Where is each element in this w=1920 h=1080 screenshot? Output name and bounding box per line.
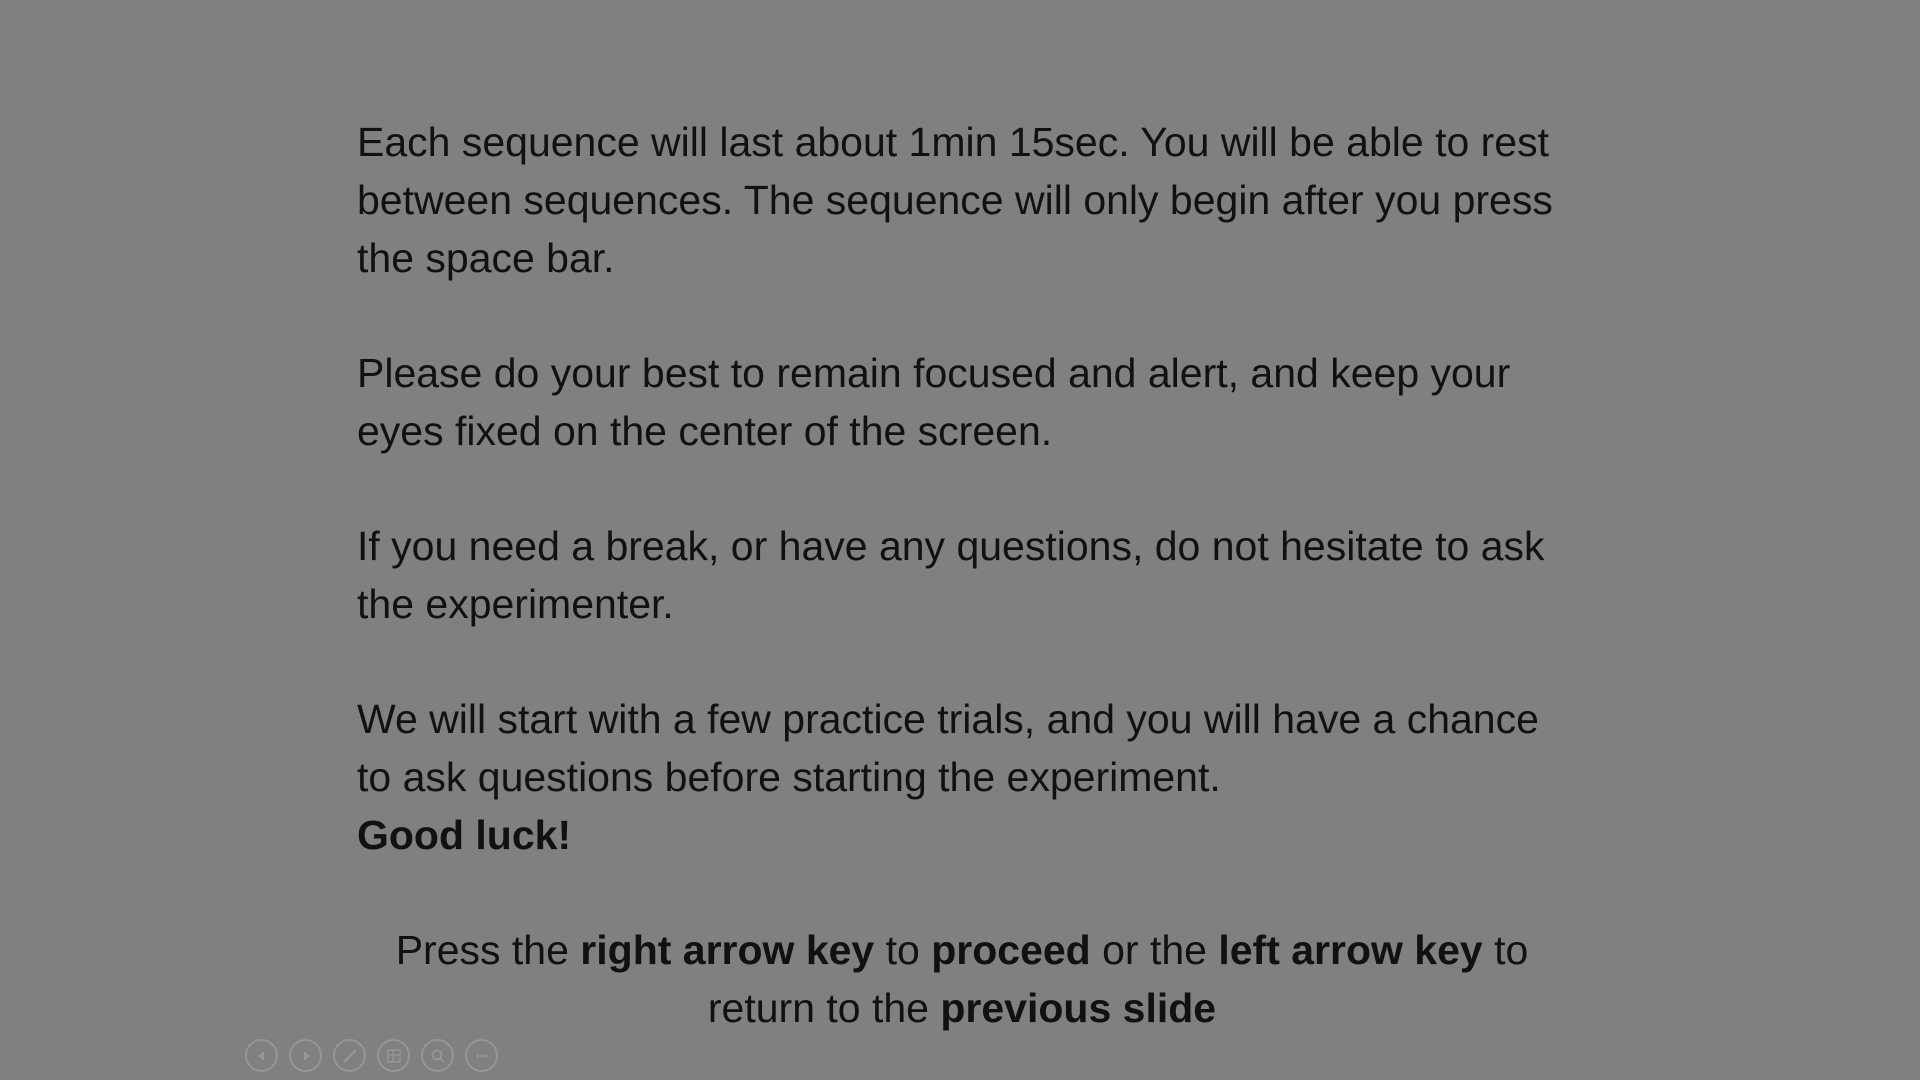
see-all-slides-button[interactable]	[377, 1039, 410, 1072]
pen-button[interactable]	[333, 1039, 366, 1072]
paragraph-focus-info: Please do your best to remain focused an…	[357, 350, 1511, 454]
paragraph-break-info: If you need a break, or have any questio…	[357, 523, 1545, 627]
next-icon	[303, 1050, 310, 1061]
slide-content: Each sequence will last about 1min 15sec…	[357, 113, 1567, 1037]
good-luck-text: Good luck!	[357, 812, 572, 858]
instruction-text-2: to	[874, 927, 932, 973]
instruction-text-1: Press the	[395, 927, 581, 973]
slides-grid-icon	[386, 1048, 401, 1063]
pen-icon	[343, 1049, 356, 1062]
instruction-text-3: or the	[1090, 927, 1219, 973]
paragraph-sequence-info: Each sequence will last about 1min 15sec…	[357, 119, 1553, 281]
slide: Each sequence will last about 1min 15sec…	[0, 0, 1920, 1080]
instruction-left-arrow-key: left arrow key	[1218, 927, 1483, 973]
previous-icon	[257, 1050, 264, 1061]
practice-text: We will start with a few practice trials…	[357, 696, 1539, 800]
more-options-button[interactable]	[465, 1039, 498, 1072]
instruction-previous-slide: previous slide	[940, 985, 1217, 1031]
previous-slide-button[interactable]	[245, 1039, 278, 1072]
zoom-button[interactable]	[421, 1039, 454, 1072]
instruction-proceed: proceed	[931, 927, 1091, 973]
paragraph-practice-info: We will start with a few practice trials…	[357, 690, 1567, 864]
instruction-right-arrow-key: right arrow key	[580, 927, 875, 973]
presenter-toolbar	[245, 1039, 498, 1075]
more-icon	[475, 1054, 488, 1057]
navigation-instruction: Press the right arrow key to proceed or …	[357, 921, 1567, 1037]
next-slide-button[interactable]	[289, 1039, 322, 1072]
zoom-icon	[431, 1049, 445, 1063]
